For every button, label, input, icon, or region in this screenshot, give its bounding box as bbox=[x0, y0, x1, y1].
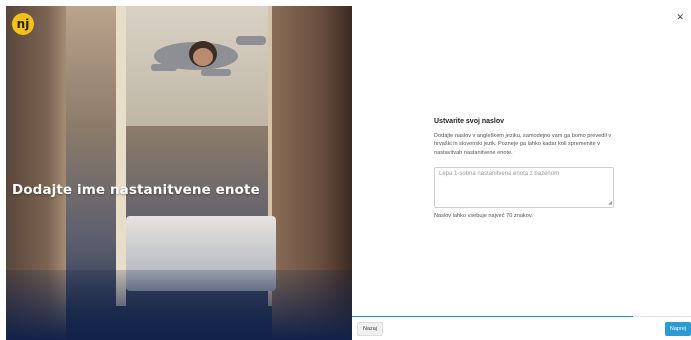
progress-bar-fill bbox=[352, 316, 634, 317]
floating-person-illustration bbox=[151, 36, 266, 76]
next-button[interactable]: Naprej bbox=[665, 322, 691, 336]
form-description: Dodajte naslov v angleškem jeziku, samod… bbox=[434, 133, 612, 156]
title-form: Ustvarite svoj naslov Dodajte naslov v a… bbox=[434, 118, 624, 219]
title-input-placeholder: Lepa 1-sobna nastanitvena enota z bazeno… bbox=[439, 171, 560, 178]
back-button[interactable]: Nazaj bbox=[357, 322, 383, 336]
hero-doorframe-left bbox=[116, 6, 126, 306]
hero-image-panel: nj Dodajte ime nastanitvene enote bbox=[6, 6, 352, 340]
hero-headline: Dodajte ime nastanitvene enote bbox=[12, 182, 260, 198]
resize-handle-icon[interactable]: ◢ bbox=[608, 201, 612, 206]
form-title: Ustvarite svoj naslov bbox=[434, 118, 505, 125]
progress-bar bbox=[352, 316, 691, 317]
brand-logo[interactable]: nj bbox=[12, 13, 34, 35]
title-input[interactable]: Lepa 1-sobna nastanitvena enota z bazeno… bbox=[434, 167, 614, 209]
close-icon[interactable]: ✕ bbox=[676, 12, 684, 22]
character-limit-hint: Naslov lahko vsebuje največ 70 znakov. bbox=[434, 213, 533, 220]
hero-floor bbox=[6, 270, 352, 340]
